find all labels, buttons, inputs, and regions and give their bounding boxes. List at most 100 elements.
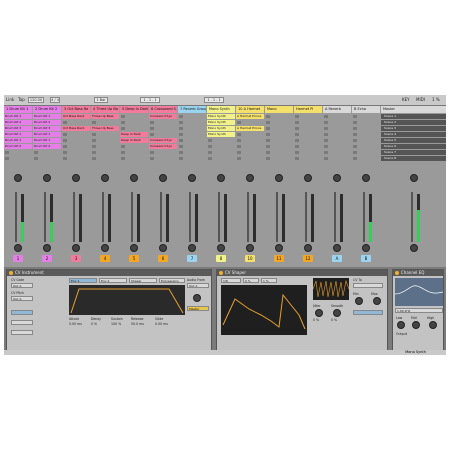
empty-clip-slot[interactable] — [295, 115, 299, 118]
track-header[interactable]: B Echo — [352, 106, 380, 113]
empty-clip-slot[interactable] — [121, 121, 125, 124]
pan-knob[interactable] — [217, 244, 225, 252]
track-header[interactable]: 10 A Harmet — [236, 106, 264, 113]
empty-clip-slot[interactable] — [295, 139, 299, 142]
map-button[interactable] — [353, 310, 383, 315]
volume-fader[interactable] — [15, 192, 17, 242]
clip-slot[interactable]: Crossword Syn — [149, 138, 177, 143]
empty-clip-slot[interactable] — [121, 127, 125, 130]
empty-clip-slot[interactable] — [353, 121, 357, 124]
empty-clip-slot[interactable] — [353, 157, 357, 160]
track-activator-button[interactable]: 8 — [216, 255, 226, 262]
empty-clip-slot[interactable] — [208, 139, 212, 142]
pan-knob[interactable] — [409, 244, 418, 252]
empty-clip-slot[interactable] — [266, 133, 270, 136]
cv-gate-out-field[interactable]: Out A — [11, 283, 33, 288]
clip-slot[interactable]: Drum Kit 1 — [33, 138, 61, 143]
empty-clip-slot[interactable] — [237, 145, 241, 148]
track-activator-button[interactable]: B — [361, 255, 371, 262]
empty-clip-slot[interactable] — [121, 145, 125, 148]
send-knob[interactable] — [101, 174, 109, 182]
empty-clip-slot[interactable] — [63, 145, 67, 148]
empty-clip-slot[interactable] — [92, 133, 96, 136]
pan-knob[interactable] — [43, 244, 51, 252]
empty-clip-slot[interactable] — [266, 115, 270, 118]
empty-clip-slot[interactable] — [150, 127, 154, 130]
empty-clip-slot[interactable] — [324, 145, 328, 148]
empty-clip-slot[interactable] — [92, 121, 96, 124]
pan-knob[interactable] — [362, 244, 370, 252]
tab-env1[interactable]: Env 1 — [69, 278, 97, 283]
empty-clip-slot[interactable] — [34, 157, 38, 160]
amount-field[interactable]: 0 % — [243, 278, 259, 283]
clip-slot[interactable]: Drum Kit 2 — [4, 144, 32, 149]
empty-clip-slot[interactable] — [295, 145, 299, 148]
clip-slot[interactable]: Drum Kit 1 — [4, 114, 32, 119]
volume-knob[interactable] — [193, 294, 201, 302]
empty-clip-slot[interactable] — [92, 151, 96, 154]
volume-fader[interactable] — [410, 192, 413, 242]
decay-value[interactable]: 0 % — [91, 322, 97, 326]
pan-knob[interactable] — [14, 244, 22, 252]
empty-clip-slot[interactable] — [353, 139, 357, 142]
send-knob[interactable] — [362, 174, 370, 182]
empty-clip-slot[interactable] — [353, 115, 357, 118]
loop-length-dropdown[interactable]: 1 Bar — [94, 97, 108, 103]
empty-clip-slot[interactable] — [295, 127, 299, 130]
empty-clip-slot[interactable] — [63, 151, 67, 154]
empty-clip-slot[interactable] — [324, 115, 328, 118]
empty-clip-slot[interactable] — [92, 145, 96, 148]
volume-fader[interactable] — [131, 192, 133, 242]
clip-slot[interactable]: Drum Kit 2 — [4, 120, 32, 125]
scene-launch[interactable]: Scene 2 — [381, 120, 446, 125]
empty-clip-slot[interactable] — [324, 133, 328, 136]
volume-fader[interactable] — [305, 192, 307, 242]
cv-to-field[interactable] — [353, 283, 383, 288]
scene-launch[interactable]: Scene 7 — [381, 150, 446, 155]
position-field-2[interactable]: 1 . 1 . 1 — [204, 97, 224, 103]
empty-clip-slot[interactable] — [63, 157, 67, 160]
track-activator-button[interactable]: 2 — [42, 255, 52, 262]
calibrate-button[interactable] — [11, 310, 33, 315]
scene-launch[interactable]: Scene 5 — [381, 138, 446, 143]
tab-shaper[interactable]: Shaper — [129, 278, 157, 283]
volume-fader[interactable] — [334, 192, 336, 242]
max-knob[interactable] — [373, 297, 381, 305]
empty-clip-slot[interactable] — [5, 157, 9, 160]
empty-clip-slot[interactable] — [237, 151, 241, 154]
send-knob[interactable] — [275, 174, 283, 182]
tab-expressions[interactable]: Expressions — [159, 278, 185, 283]
empty-clip-slot[interactable] — [150, 133, 154, 136]
empty-clip-slot[interactable] — [353, 127, 357, 130]
track-activator-button[interactable]: 6 — [158, 255, 168, 262]
empty-clip-slot[interactable] — [353, 145, 357, 148]
track-activator-button[interactable]: 4 — [100, 255, 110, 262]
track-header[interactable]: Mono Synth — [207, 106, 235, 113]
empty-clip-slot[interactable] — [179, 157, 183, 160]
device-power-icon[interactable] — [395, 271, 399, 275]
cv-option-field[interactable] — [11, 320, 33, 325]
eq-mid-knob[interactable] — [412, 321, 420, 329]
track-activator-button[interactable]: 5 — [129, 255, 139, 262]
empty-clip-slot[interactable] — [353, 151, 357, 154]
empty-clip-slot[interactable] — [266, 121, 270, 124]
eq-high-knob[interactable] — [429, 321, 437, 329]
empty-clip-slot[interactable] — [179, 139, 183, 142]
jitter-knob[interactable] — [315, 309, 323, 317]
pan-knob[interactable] — [246, 244, 254, 252]
clip-slot[interactable]: Three Up Bass — [91, 114, 119, 119]
volume-fader[interactable] — [44, 192, 46, 242]
empty-clip-slot[interactable] — [150, 151, 154, 154]
volume-fader[interactable] — [247, 192, 249, 242]
eq-low-knob[interactable] — [397, 321, 405, 329]
eq-display[interactable] — [394, 278, 443, 306]
clip-slot[interactable]: Mono Synth — [207, 114, 235, 119]
scene-launch[interactable]: Scene 6 — [381, 144, 446, 149]
position-field[interactable]: 1 . 1 . 1 — [140, 97, 160, 103]
empty-clip-slot[interactable] — [63, 133, 67, 136]
clip-slot[interactable]: Mono Synth — [207, 126, 235, 131]
tab-env2[interactable]: Env 2 — [99, 278, 127, 283]
send-knob[interactable] — [14, 174, 22, 182]
cv-option-field-2[interactable] — [11, 330, 33, 335]
device-power-icon[interactable] — [9, 271, 13, 275]
